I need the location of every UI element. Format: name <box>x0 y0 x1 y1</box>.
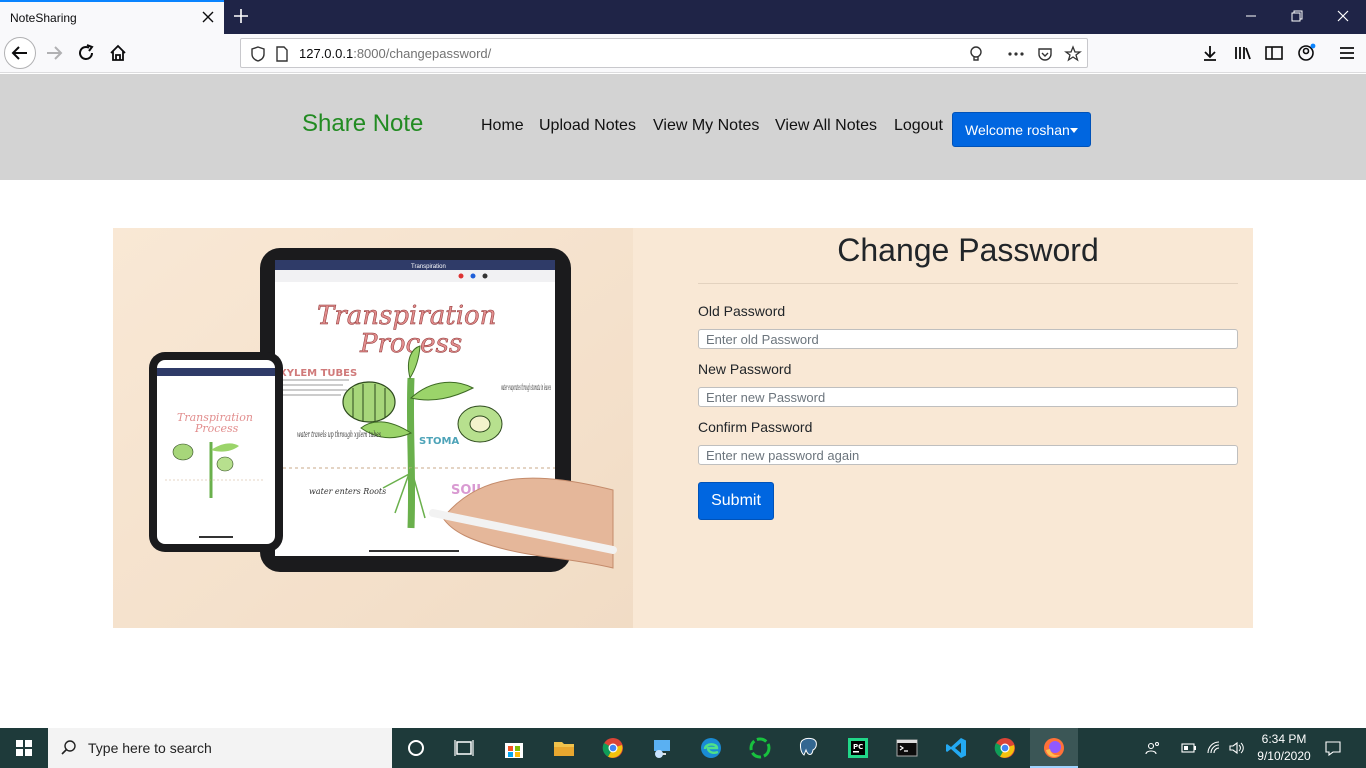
tab-title: NoteSharing <box>10 11 77 25</box>
evaporation-label: water evaporates through stomata in leav… <box>501 383 551 392</box>
bookmark-star-icon[interactable] <box>1064 45 1082 63</box>
windows-start-icon[interactable] <box>0 728 48 768</box>
old-password-label: Old Password <box>698 303 786 319</box>
page-title: Change Password <box>837 232 1099 268</box>
submit-button[interactable]: Submit <box>698 482 774 520</box>
tray-clock[interactable]: 6:34 PM 9/10/2020 <box>1252 731 1316 765</box>
sidebar-icon[interactable] <box>1264 43 1284 63</box>
vscode-icon[interactable] <box>944 736 968 760</box>
store-icon[interactable] <box>502 736 526 760</box>
devices-illustration: Transpiration Transpiration Process XYLE… <box>113 228 633 628</box>
sync-app-icon[interactable] <box>748 736 772 760</box>
windows-taskbar: Type here to search PC 6:34 PM 9/10/2020 <box>0 728 1366 768</box>
change-password-panel: Transpiration Transpiration Process XYLE… <box>113 228 1253 628</box>
account-icon[interactable] <box>1296 43 1316 63</box>
search-placeholder: Type here to search <box>88 740 212 756</box>
battery-icon[interactable] <box>1181 740 1197 756</box>
browser-tab-strip: NoteSharing <box>0 0 1366 34</box>
nav-view-my-notes[interactable]: View My Notes <box>653 117 759 135</box>
taskbar-search-box[interactable]: Type here to search <box>48 728 392 768</box>
new-tab-icon[interactable] <box>232 7 250 25</box>
hamburger-menu-icon[interactable] <box>1337 43 1357 63</box>
postgresql-icon[interactable] <box>797 736 821 760</box>
edge-icon[interactable] <box>699 736 723 760</box>
chrome-second-icon[interactable] <box>993 736 1017 760</box>
minimize-icon[interactable] <box>1244 9 1258 23</box>
close-window-icon[interactable] <box>1336 9 1350 23</box>
tablet-toolbar-title: Transpiration <box>411 264 446 270</box>
chrome-icon[interactable] <box>601 736 625 760</box>
welcome-dropdown-button[interactable]: Welcome roshan <box>952 112 1091 147</box>
forward-arrow-icon[interactable] <box>44 43 64 63</box>
new-password-input[interactable] <box>698 387 1238 407</box>
pocket-icon[interactable] <box>1036 45 1054 63</box>
water-travels-label: water travels up through xylem tubes <box>297 430 381 439</box>
site-header: Share Note Home Upload Notes View My Not… <box>0 74 1366 180</box>
nav-upload-notes[interactable]: Upload Notes <box>539 117 636 135</box>
browser-toolbar: 127.0.0.1:8000/changepassword/ <box>0 34 1366 73</box>
tablet-device: Transpiration Transpiration Process XYLE… <box>260 248 617 572</box>
stoma-label: STOMA <box>419 436 459 447</box>
lightbulb-icon[interactable] <box>967 45 985 63</box>
welcome-label: Welcome roshan <box>965 122 1070 138</box>
nav-view-all-notes[interactable]: View All Notes <box>775 117 877 135</box>
people-icon[interactable] <box>1145 740 1161 756</box>
wifi-icon[interactable] <box>1206 740 1222 756</box>
brand-logo[interactable]: Share Note <box>302 110 423 138</box>
confirm-password-label: Confirm Password <box>698 419 813 435</box>
back-arrow-icon <box>11 46 27 60</box>
page-info-icon[interactable] <box>273 45 291 63</box>
nav-home[interactable]: Home <box>481 117 524 135</box>
library-icon[interactable] <box>1233 43 1253 63</box>
shield-icon[interactable] <box>249 45 267 63</box>
nav-logout[interactable]: Logout <box>894 117 943 135</box>
firefox-icon[interactable] <box>1042 736 1066 760</box>
clock-date: 9/10/2020 <box>1257 749 1311 763</box>
new-password-label: New Password <box>698 361 792 377</box>
more-actions-icon[interactable] <box>1007 45 1025 63</box>
close-tab-icon[interactable] <box>200 9 216 25</box>
task-view-icon[interactable] <box>452 736 476 760</box>
chevron-down-icon <box>1070 128 1078 133</box>
downloads-icon[interactable] <box>1200 43 1220 63</box>
svg-text:PC: PC <box>853 743 863 751</box>
pc-user-icon[interactable] <box>650 736 674 760</box>
home-icon[interactable] <box>108 43 128 63</box>
notifications-icon[interactable] <box>1325 740 1341 756</box>
cortana-icon[interactable] <box>404 736 428 760</box>
confirm-password-input[interactable] <box>698 445 1238 465</box>
water-enters-label: water enters Roots <box>309 487 386 496</box>
url-text[interactable]: 127.0.0.1:8000/changepassword/ <box>299 46 491 61</box>
back-button[interactable] <box>4 37 36 69</box>
xylem-tubes-label: XYLEM TUBES <box>279 368 357 379</box>
clock-time: 6:34 PM <box>1261 732 1307 746</box>
title-divider <box>698 283 1238 284</box>
pycharm-icon[interactable]: PC <box>846 736 870 760</box>
restore-icon[interactable] <box>1290 9 1304 23</box>
search-icon <box>61 740 76 755</box>
old-password-input[interactable] <box>698 329 1238 349</box>
phone-heading-line2: Process <box>194 422 239 435</box>
reload-icon[interactable] <box>76 43 96 63</box>
url-bar[interactable]: 127.0.0.1:8000/changepassword/ <box>240 38 1088 68</box>
phone-device: Transpiration Process <box>149 352 283 552</box>
tablet-heading-line1: Transpiration <box>317 301 496 331</box>
browser-tab[interactable]: NoteSharing <box>0 0 224 34</box>
volume-icon[interactable] <box>1228 740 1244 756</box>
terminal-icon[interactable] <box>895 736 919 760</box>
file-explorer-icon[interactable] <box>552 736 576 760</box>
